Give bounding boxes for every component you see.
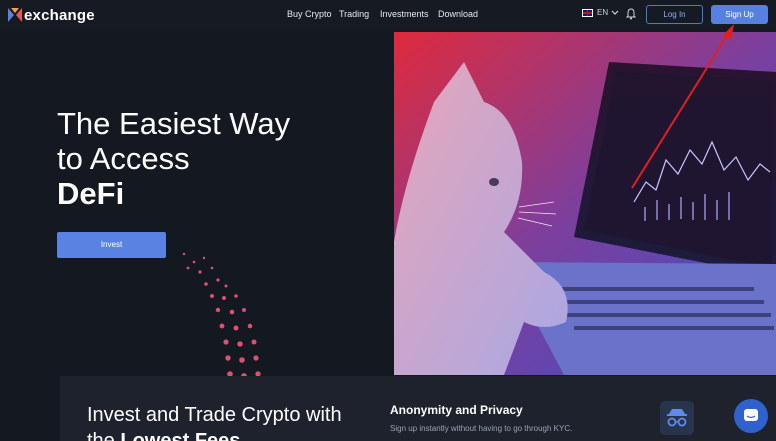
nav-link-trading[interactable]: Trading [339, 9, 369, 19]
language-selector[interactable]: EN [582, 8, 619, 17]
anonymity-description: Sign up instantly without having to go t… [390, 424, 573, 433]
hero-headline: The Easiest Way to Access DeFi [57, 106, 290, 211]
anonymity-title: Anonymity and Privacy [390, 403, 523, 417]
brand-name: exchange [24, 6, 95, 24]
features-headline-bold: Lowest Fees [120, 430, 241, 441]
chat-widget-button[interactable] [734, 399, 768, 433]
top-navbar: exchange Buy Crypto Trading Investments … [0, 0, 776, 30]
features-headline-prefix: the [87, 430, 121, 441]
exchange-logo-icon [8, 8, 22, 22]
signup-button[interactable]: Sign Up [711, 5, 768, 24]
hero-line-3: DeFi [57, 176, 125, 211]
invest-button[interactable]: Invest [57, 232, 166, 258]
nav-link-buy-crypto[interactable]: Buy Crypto [287, 9, 332, 19]
chat-icon [744, 409, 758, 421]
features-headline-line-1: Invest and Trade Crypto with [87, 404, 342, 426]
uk-flag-icon [582, 8, 593, 17]
logo[interactable]: exchange [8, 6, 95, 24]
features-headline-line-2: the Lowest Fees [87, 428, 342, 441]
features-headline: Invest and Trade Crypto with the Lowest … [87, 402, 342, 441]
spy-glasses-icon [660, 401, 694, 435]
login-button[interactable]: Log In [646, 5, 703, 24]
chevron-down-icon [611, 10, 619, 15]
language-label: EN [597, 8, 609, 17]
nav-link-investments[interactable]: Investments [380, 9, 429, 19]
hero-image-cat-laptop [394, 32, 776, 375]
nav-link-download[interactable]: Download [438, 9, 478, 19]
bell-icon[interactable] [626, 8, 636, 20]
hero-line-1: The Easiest Way [57, 106, 291, 141]
hero-line-2: to Access [57, 141, 190, 176]
